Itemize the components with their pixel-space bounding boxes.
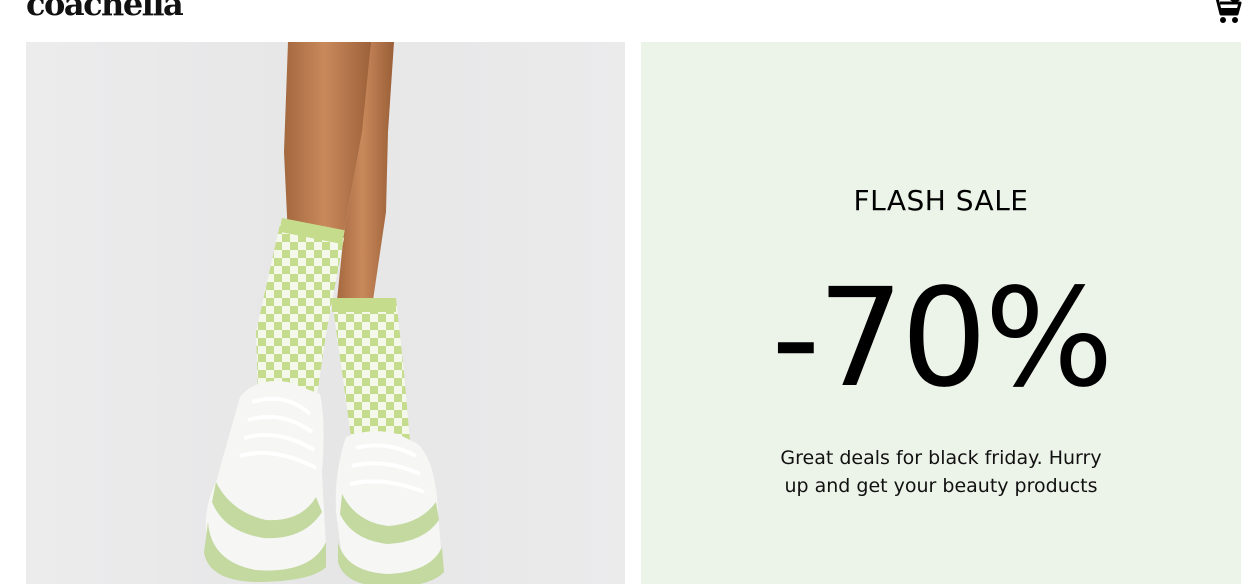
promo-description: Great deals for black friday. Hurry up a…	[780, 447, 1102, 497]
product-photo-socks-sneakers-icon	[26, 42, 625, 584]
brand-logo[interactable]: coachella	[26, 0, 184, 22]
discount-percentage: -70%	[771, 260, 1113, 418]
flash-sale-heading: FLASH SALE	[853, 184, 1029, 217]
product-photo[interactable]	[26, 42, 625, 584]
flash-sale-banner: FLASH SALE -70% Great deals for black fr…	[641, 42, 1241, 584]
site-header: coachella 0	[0, 0, 1248, 42]
shopping-cart-icon	[1210, 0, 1246, 26]
cart-button[interactable]: 0	[1210, 0, 1246, 26]
